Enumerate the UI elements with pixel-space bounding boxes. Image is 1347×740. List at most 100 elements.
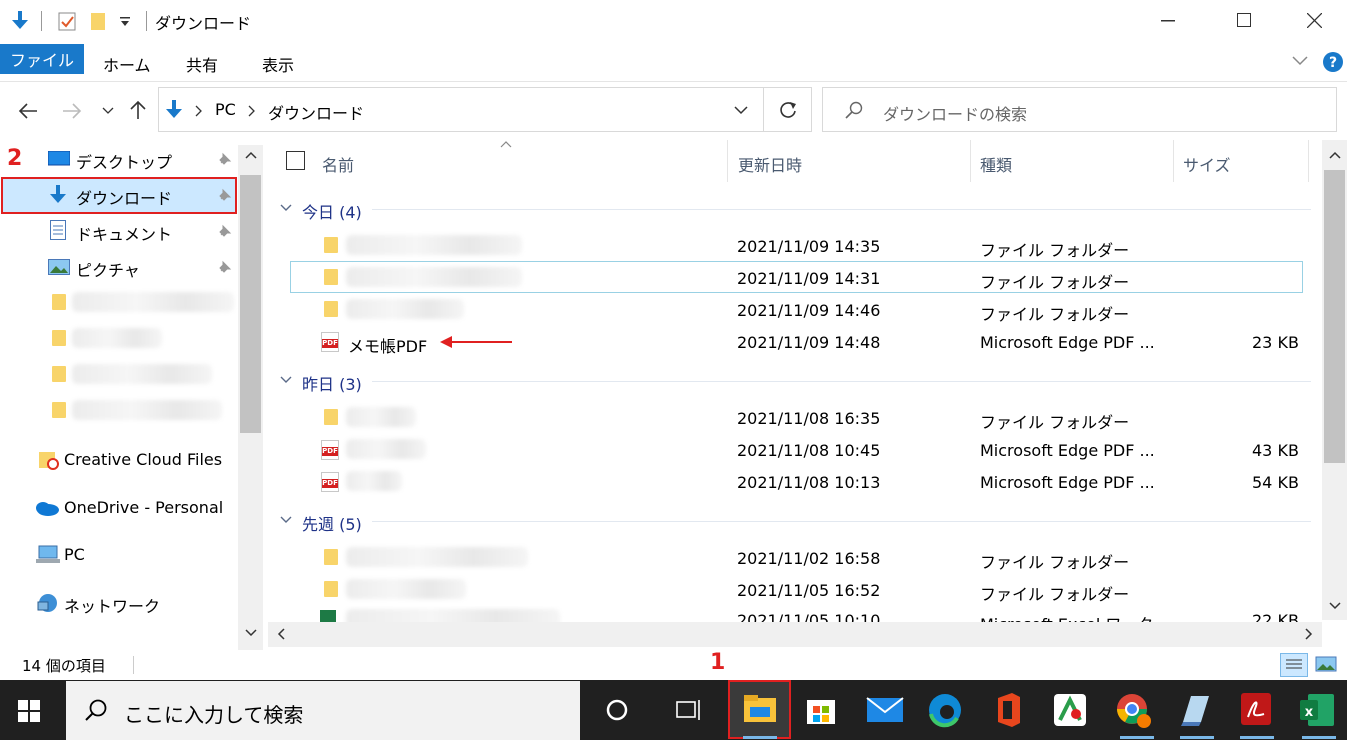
row-date: 2021/11/09 14:31 bbox=[737, 269, 881, 288]
group-collapse-chevron-icon[interactable] bbox=[280, 204, 292, 212]
column-separator[interactable] bbox=[1173, 140, 1174, 182]
blurred-file-name[interactable] bbox=[346, 579, 466, 599]
list-vertical-scrollbar[interactable] bbox=[1322, 140, 1347, 620]
scroll-down-icon[interactable] bbox=[1329, 602, 1341, 610]
blurred-file-name[interactable] bbox=[346, 547, 528, 567]
windows-start-icon[interactable] bbox=[18, 700, 40, 722]
nav-item-pc[interactable]: PC bbox=[64, 545, 85, 564]
blurred-file-name[interactable] bbox=[346, 439, 426, 459]
tab-view[interactable]: 表示 bbox=[262, 52, 294, 76]
blurred-file-name[interactable] bbox=[346, 299, 464, 319]
office-icon[interactable] bbox=[992, 692, 1022, 728]
breadcrumb-downloads[interactable]: ダウンロード bbox=[268, 100, 364, 124]
up-arrow-icon[interactable] bbox=[130, 100, 146, 120]
download-arrow-icon[interactable] bbox=[12, 11, 28, 31]
pin-icon[interactable] bbox=[218, 260, 232, 274]
breadcrumb-pc[interactable]: PC bbox=[215, 100, 236, 119]
properties-check-icon[interactable] bbox=[58, 11, 76, 31]
search-icon bbox=[85, 699, 107, 721]
nav-item-network[interactable]: ネットワーク bbox=[64, 593, 160, 617]
tab-home[interactable]: ホーム bbox=[103, 52, 151, 76]
details-view-button[interactable] bbox=[1280, 653, 1308, 677]
recent-locations-chevron-icon[interactable] bbox=[102, 107, 114, 115]
blurred-file-name[interactable] bbox=[346, 471, 402, 491]
task-view-icon[interactable] bbox=[676, 698, 702, 722]
row-type: ファイル フォルダー bbox=[980, 413, 1130, 432]
group-collapse-chevron-icon[interactable] bbox=[280, 376, 292, 384]
group-header-last-week[interactable]: 先週 (5) bbox=[302, 511, 362, 535]
large-icons-view-icon[interactable] bbox=[1315, 656, 1337, 674]
snipping-tool-icon[interactable] bbox=[1052, 692, 1088, 728]
pin-icon[interactable] bbox=[218, 224, 232, 238]
column-separator[interactable] bbox=[970, 140, 971, 182]
chrome-icon[interactable] bbox=[1115, 692, 1153, 730]
scroll-down-icon[interactable] bbox=[245, 629, 257, 637]
group-header-today[interactable]: 今日 (4) bbox=[302, 199, 362, 223]
minimize-icon[interactable] bbox=[1161, 20, 1175, 22]
column-header-modified[interactable]: 更新日時 bbox=[738, 152, 802, 176]
maximize-icon[interactable] bbox=[1237, 13, 1251, 27]
select-all-checkbox[interactable] bbox=[286, 151, 305, 170]
file-explorer-icon[interactable] bbox=[743, 694, 777, 724]
edge-browser-icon[interactable] bbox=[927, 692, 963, 728]
blurred-folder-name[interactable] bbox=[72, 400, 222, 420]
nav-item-documents[interactable]: ドキュメント bbox=[76, 221, 172, 245]
forward-arrow-icon[interactable] bbox=[62, 103, 82, 119]
mail-icon[interactable] bbox=[866, 696, 904, 724]
pin-icon[interactable] bbox=[218, 188, 232, 202]
tab-file[interactable]: ファイル bbox=[0, 44, 84, 74]
nav-item-onedrive[interactable]: OneDrive - Personal bbox=[64, 498, 223, 517]
microsoft-store-icon[interactable] bbox=[805, 692, 837, 726]
blurred-file-name[interactable] bbox=[346, 407, 416, 427]
taskbar-search-placeholder: ここに入力して検索 bbox=[124, 703, 304, 727]
row-size: 43 KB bbox=[1252, 441, 1299, 460]
list-horizontal-scrollbar[interactable] bbox=[268, 622, 1322, 647]
breadcrumb-chevron-icon[interactable] bbox=[195, 105, 203, 117]
nav-item-downloads[interactable]: ダウンロード bbox=[76, 185, 172, 209]
new-folder-icon[interactable] bbox=[90, 11, 106, 31]
row-date: 2021/11/08 16:35 bbox=[737, 409, 881, 428]
blurred-file-name[interactable] bbox=[346, 267, 522, 287]
blurred-folder-name[interactable] bbox=[72, 292, 234, 312]
notepad-icon[interactable] bbox=[1177, 692, 1213, 728]
group-header-yesterday[interactable]: 昨日 (3) bbox=[302, 371, 362, 395]
blurred-folder-name[interactable] bbox=[72, 328, 162, 348]
column-header-name[interactable]: 名前 bbox=[322, 152, 354, 176]
file-name-memo-pdf[interactable]: メモ帳PDF bbox=[348, 333, 427, 357]
row-type: Microsoft Excel ワーク... bbox=[980, 611, 1169, 622]
scroll-right-icon[interactable] bbox=[1305, 628, 1313, 640]
tab-share[interactable]: 共有 bbox=[186, 52, 218, 76]
scroll-up-icon[interactable] bbox=[245, 151, 257, 159]
address-dropdown-chevron-icon[interactable] bbox=[734, 106, 748, 115]
pin-icon[interactable] bbox=[218, 152, 232, 166]
blurred-file-name[interactable] bbox=[346, 609, 560, 622]
nav-scroll-thumb[interactable] bbox=[240, 175, 261, 433]
scroll-up-icon[interactable] bbox=[1329, 151, 1341, 159]
nav-item-desktop[interactable]: デスクトップ bbox=[76, 149, 172, 173]
cortana-icon[interactable] bbox=[605, 698, 629, 722]
expand-ribbon-chevron-icon[interactable] bbox=[1292, 56, 1308, 66]
close-icon[interactable] bbox=[1307, 13, 1322, 28]
customize-dropdown-icon[interactable] bbox=[120, 17, 130, 27]
search-placeholder: ダウンロードの検索 bbox=[883, 105, 1028, 124]
column-separator[interactable] bbox=[727, 140, 728, 182]
group-collapse-chevron-icon[interactable] bbox=[280, 516, 292, 524]
excel-icon[interactable]: x bbox=[1298, 692, 1336, 728]
nav-item-pictures[interactable]: ピクチャ bbox=[76, 257, 140, 281]
column-header-size[interactable]: サイズ bbox=[1183, 152, 1231, 176]
refresh-icon[interactable] bbox=[778, 100, 798, 120]
blurred-file-name[interactable] bbox=[346, 235, 522, 255]
breadcrumb-chevron-icon[interactable] bbox=[248, 105, 256, 117]
scroll-left-icon[interactable] bbox=[277, 628, 285, 640]
column-separator[interactable] bbox=[1308, 140, 1309, 182]
acrobat-reader-icon[interactable] bbox=[1240, 692, 1272, 726]
network-icon bbox=[37, 594, 57, 612]
back-arrow-icon[interactable] bbox=[18, 103, 38, 119]
row-date: 2021/11/09 14:46 bbox=[737, 301, 881, 320]
column-header-type[interactable]: 種類 bbox=[980, 152, 1012, 176]
blurred-folder-name[interactable] bbox=[72, 364, 212, 384]
list-scroll-thumb[interactable] bbox=[1324, 170, 1345, 463]
nav-item-creative-cloud[interactable]: Creative Cloud Files bbox=[64, 450, 222, 469]
help-icon[interactable]: ? bbox=[1322, 51, 1344, 73]
nav-scrollbar[interactable] bbox=[238, 145, 263, 650]
